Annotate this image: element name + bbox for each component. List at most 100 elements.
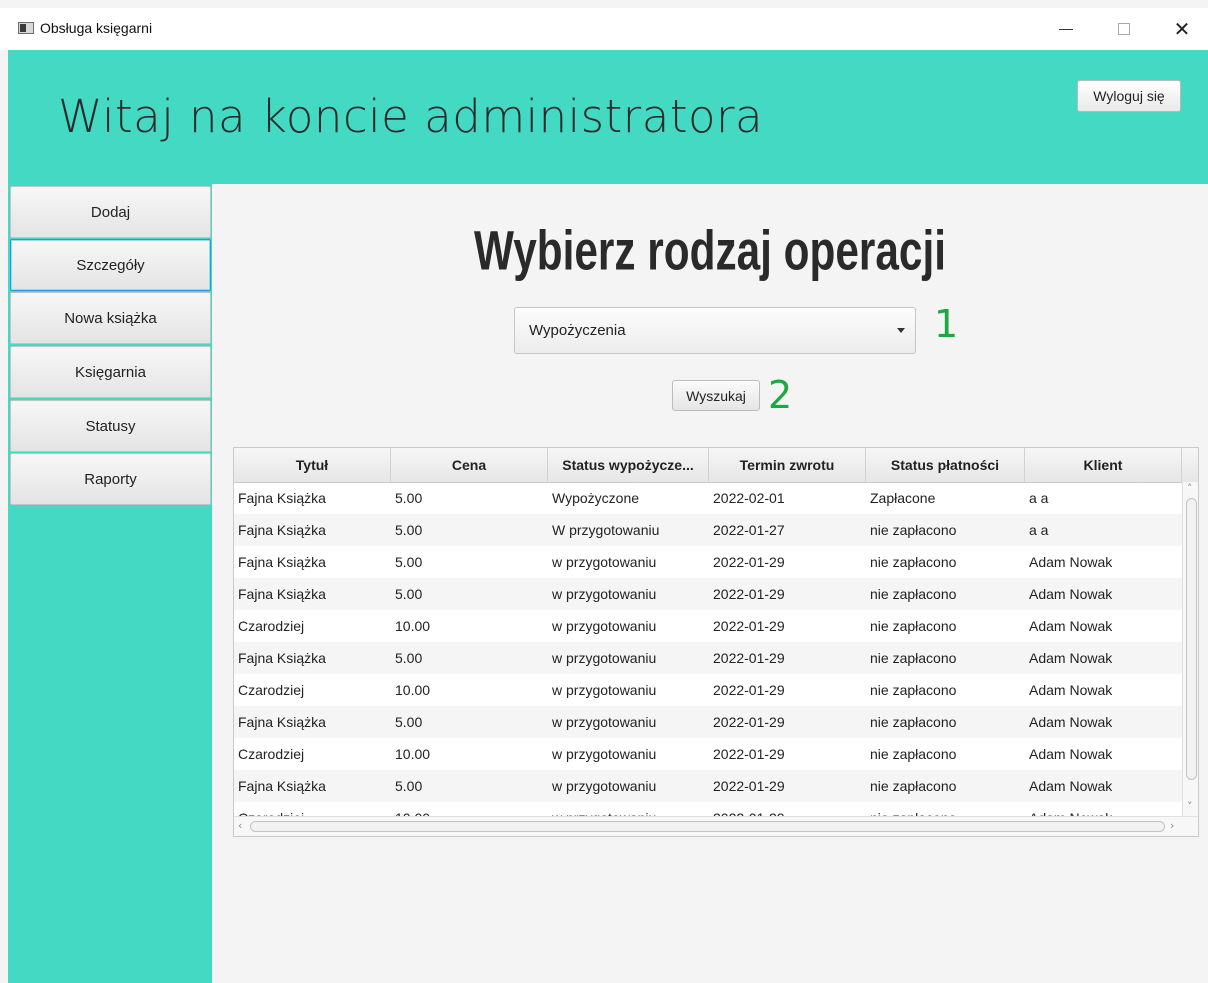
close-button[interactable]: ✕ [1160,14,1204,44]
table-cell: Adam Nowak [1029,586,1113,602]
table-cell: 2022-01-29 [713,586,785,602]
table-cell: nie zapłacono [866,802,1025,816]
column-header[interactable]: Tytuł [234,448,391,482]
table-cell: Adam Nowak [1029,618,1113,634]
table-row[interactable]: Fajna Książka 5.00 w przygotowaniu 2022-01-… [234,578,1182,610]
table-cell: Adam Nowak [1025,802,1182,816]
scroll-right-icon[interactable]: › [1170,819,1174,832]
table-cell: w przygotowaniu [548,802,709,816]
sidebar-item-3[interactable]: Nowa książka [10,292,211,344]
table-cell: a a [1029,490,1049,506]
table-row[interactable]: Fajna Książka 5.00 w przygotowaniu 2022-01-… [234,546,1182,578]
vertical-scroll-thumb[interactable] [1186,498,1197,780]
table-cell: Fajna Książka [238,490,326,506]
table-cell: a a [1029,522,1049,538]
table-cell: 2022-01-29 [713,618,785,634]
table-cell: w przygotowaniu [552,618,657,634]
table-cell: 2022-01-29 [709,802,866,816]
sidebar: Dodaj Szczegóły Nowa książka Księgarnia Stat… [8,184,212,983]
table-row[interactable]: Fajna Książka 5.00 w przygotowaniu 2022-01-… [234,770,1182,802]
logout-button[interactable]: Wyloguj się [1077,80,1181,112]
page-title: Wybierz rodzaj operacji [474,219,946,282]
sidebar-item-1[interactable]: Dodaj [10,186,211,238]
table-cell: w przygotowaniu [552,714,657,730]
table-cell: Fajna Książka [238,554,326,570]
table-cell: Adam Nowak [1029,714,1113,730]
table-cell: Zapłacone [870,490,936,506]
column-header[interactable]: Status wypożycze... [548,448,709,482]
chevron-down-icon [897,328,905,333]
table-cell: nie zapłacono [870,650,957,666]
table-cell: nie zapłacono [870,682,957,698]
table-cell: Fajna Książka [238,714,326,730]
table-cell: w przygotowaniu [552,682,657,698]
operation-select[interactable]: Wypożyczenia [514,307,916,354]
table-cell: 2022-01-29 [713,778,785,794]
table-row[interactable]: Czarodziej10.00w przygotowaniu2022-01-29… [234,674,1182,706]
table-cell: 10.00 [395,746,431,762]
table-cell: Fajna Książka [238,522,326,538]
table-cell: Adam Nowak [1029,682,1113,698]
table-cell: w przygotowaniu [552,554,657,570]
column-header[interactable]: Termin zwrotu [709,448,866,482]
table-cell: Czarodziej [238,618,305,634]
table-cell: 5.00 [395,714,423,730]
table-cell: 2022-01-29 [713,682,785,698]
table-cell: 2022-01-29 [713,554,785,570]
table-cell: Czarodziej [234,802,391,816]
sidebar-item-6[interactable]: Raporty [10,453,211,505]
sidebar-item-2[interactable]: Szczegóły [10,239,211,291]
window-titlebar: Obsługa księgarni ✕ [0,8,1208,50]
table-cell: w przygotowaniu [552,746,657,762]
column-header[interactable]: Cena [391,448,548,482]
table-cell: nie zapłacono [870,586,957,602]
table-cell: Fajna Książka [238,586,326,602]
column-header[interactable]: Status płatności [866,448,1025,482]
sidebar-item-5[interactable]: Statusy [10,400,211,452]
search-button[interactable]: Wyszukaj [672,380,760,411]
table-cell: 2022-02-01 [713,490,785,506]
scroll-down-icon[interactable]: ˅ [1187,800,1193,813]
table-cell: 5.00 [395,650,423,666]
horizontal-scroll-thumb[interactable] [250,821,1165,832]
table-cell: Adam Nowak [1029,554,1113,570]
annotation-marker-2: 2 [768,373,793,417]
maximize-icon [1118,23,1130,35]
scroll-up-icon[interactable]: ˄ [1187,482,1193,495]
table-cell: w przygotowaniu [552,778,657,794]
table-cell: w przygotowaniu [552,586,657,602]
table-cell: 10.00 [391,802,548,816]
table-cell: nie zapłacono [870,778,957,794]
table-cell: Czarodziej [238,746,305,762]
operation-select-value: Wypożyczenia [529,322,626,339]
table-cell: 5.00 [395,522,423,538]
table-row[interactable]: Fajna Książka 5.00 w przygotowaniu 2022-01-… [234,706,1182,738]
horizontal-scrollbar[interactable]: ‹ › [234,816,1198,836]
scroll-left-icon[interactable]: ‹ [238,819,242,832]
table-cell: 2022-01-29 [713,650,785,666]
table-row[interactable]: Czarodziej10.00w przygotowaniu2022-01-29… [234,802,1182,816]
table-cell: nie zapłacono [870,746,957,762]
table-cell: Fajna Książka [238,650,326,666]
welcome-heading: Witaj na koncie administratora [58,90,764,143]
table-cell: nie zapłacono [870,714,957,730]
table-body: Fajna Książka 5.00 Wypożyczone 2022-02-01 Za… [234,482,1182,816]
table-row[interactable]: Czarodziej10.00w przygotowaniu2022-01-29… [234,738,1182,770]
window-title: Obsługa księgarni [40,20,153,36]
table-row[interactable]: Fajna Książka 5.00 w przygotowaniu 2022-01-… [234,642,1182,674]
table-cell: 5.00 [395,554,423,570]
annotation-marker-1: 1 [934,302,959,346]
maximize-button[interactable] [1102,14,1146,44]
app-icon [18,22,34,34]
column-header[interactable]: Klient [1025,448,1182,482]
table-cell: w przygotowaniu [552,650,657,666]
table-row[interactable]: Czarodziej10.00w przygotowaniu2022-01-29… [234,610,1182,642]
vertical-scrollbar[interactable]: ˄ ˅ [1182,482,1198,816]
table-cell: nie zapłacono [870,554,957,570]
sidebar-item-4[interactable]: Księgarnia [10,346,211,398]
table-cell: 2022-01-29 [713,714,785,730]
table-row[interactable]: Fajna Książka 5.00 W przygotowaniu 2022-01-… [234,514,1182,546]
minimize-button[interactable] [1044,14,1088,44]
table-row[interactable]: Fajna Książka 5.00 Wypożyczone 2022-02-01 Za… [234,482,1182,514]
table-cell: 10.00 [395,682,431,698]
